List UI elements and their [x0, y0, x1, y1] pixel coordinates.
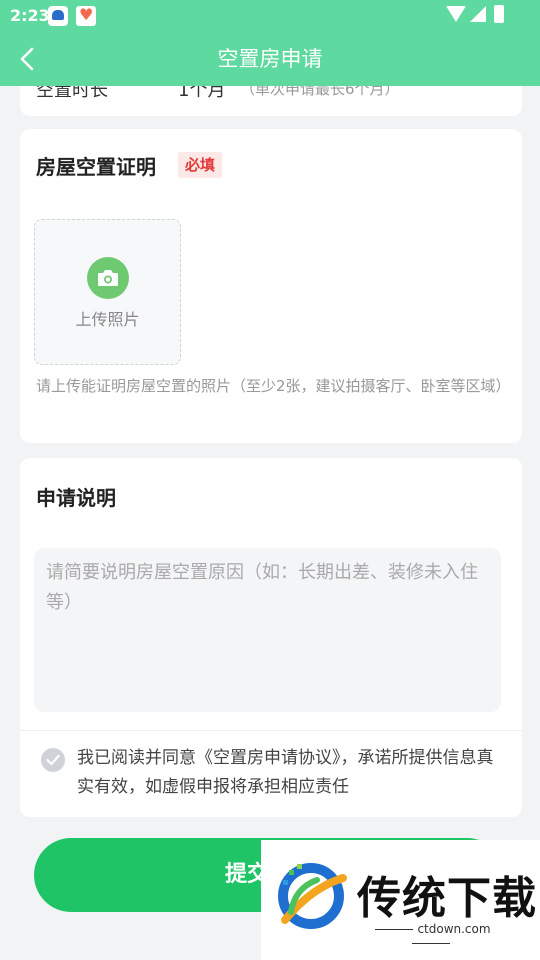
status-time: 2:23 — [10, 6, 50, 25]
camera-icon-wrap — [87, 257, 129, 299]
description-input[interactable] — [34, 548, 501, 712]
proof-card: 房屋空置证明 必填 上传照片 请上传能证明房屋空置的照片（至少2张，建议拍摄客厅… — [20, 129, 522, 443]
agreement-text[interactable]: 我已阅读并同意《空置房申请协议》，承诺所提供信息真实有效，如虚假申报将承担相应责… — [77, 744, 507, 802]
cell-signal-icon — [470, 6, 486, 22]
header-bar: 2:23 空置房申请 — [0, 0, 540, 86]
wifi-icon — [446, 6, 466, 22]
watermark-url: ctdown.com — [353, 922, 509, 950]
check-icon — [46, 754, 60, 766]
duration-value[interactable]: 1个月 — [178, 86, 225, 102]
duration-hint: （单次申请最长6个月） — [240, 86, 400, 98]
description-section-title: 申请说明 — [36, 486, 116, 510]
status-bar: 2:23 — [0, 0, 540, 32]
upload-photo-label: 上传照片 — [75, 310, 140, 329]
camera-icon — [98, 270, 118, 286]
watermark-overlay: 传统下载 ctdown.com — [261, 840, 540, 960]
ctdown-logo-icon — [278, 863, 347, 929]
proof-section-title: 房屋空置证明 — [36, 155, 156, 179]
duration-card: 空置时长 1个月 （单次申请最长6个月） — [20, 86, 522, 116]
page-title: 空置房申请 — [217, 47, 323, 71]
upload-photo-button[interactable]: 上传照片 — [34, 219, 181, 365]
proof-hint: 请上传能证明房屋空置的照片（至少2张，建议拍摄客厅、卧室等区域） — [36, 377, 511, 395]
agreement-checkbox[interactable] — [41, 748, 65, 772]
duration-label: 空置时长 — [36, 86, 108, 101]
health-app-notification-icon — [76, 5, 96, 26]
app-notification-icon — [48, 6, 68, 26]
required-badge: 必填 — [178, 152, 223, 178]
battery-icon — [494, 5, 504, 23]
description-card: 申请说明 我已阅读并同意《空置房申请协议》，承诺所提供信息真实有效，如虚假申报将… — [20, 458, 522, 817]
divider — [20, 730, 522, 731]
watermark-title: 传统下载 — [357, 873, 537, 924]
